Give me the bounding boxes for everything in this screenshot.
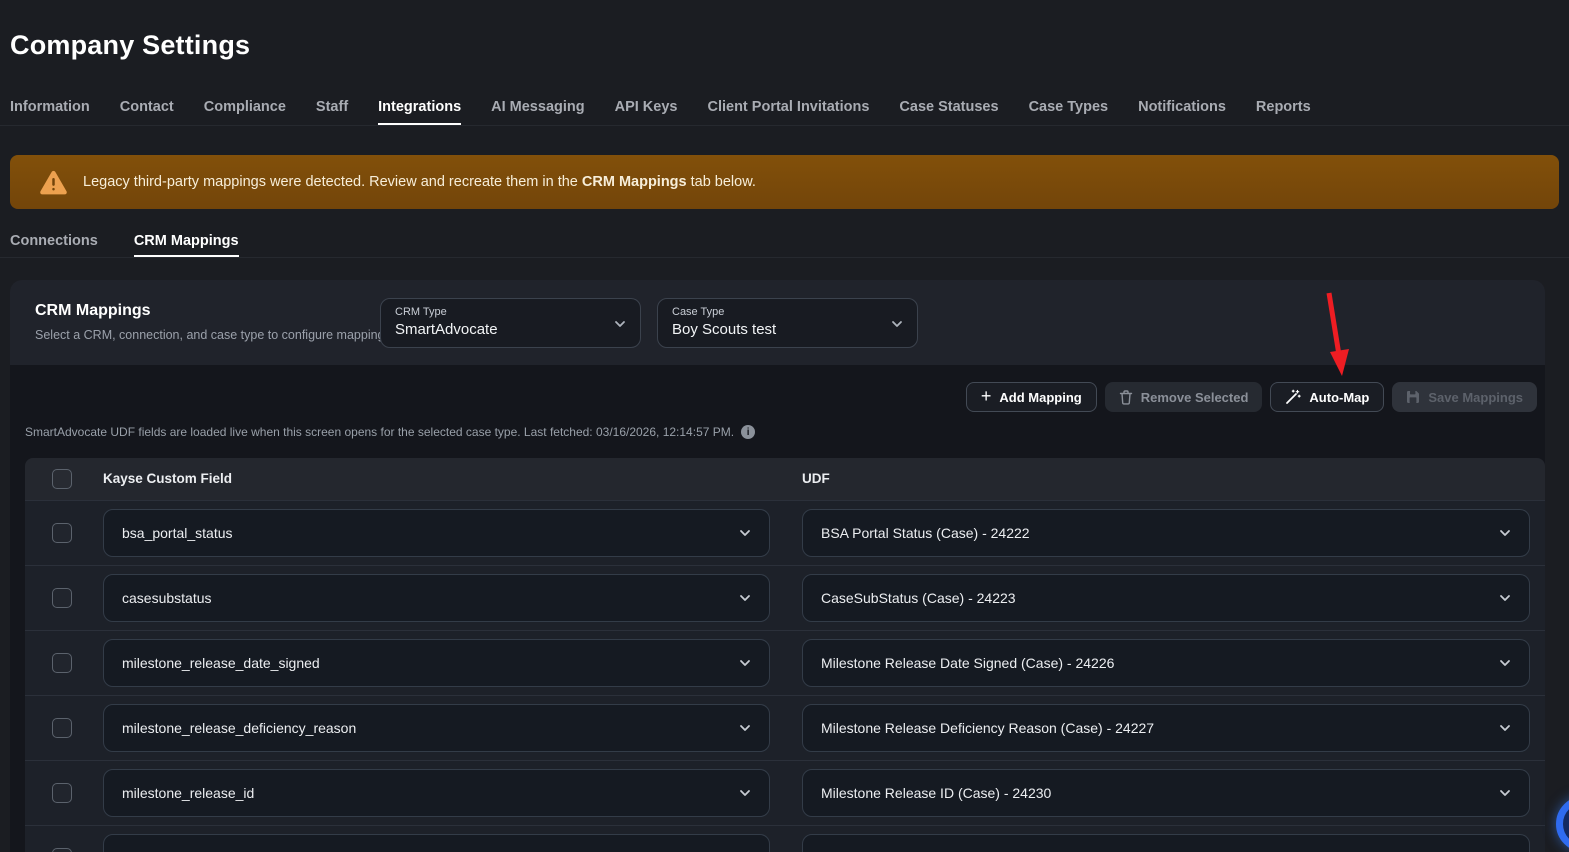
tab-compliance[interactable]: Compliance bbox=[204, 92, 286, 125]
table-row: bsa_portal_status BSA Portal Status (Cas… bbox=[25, 500, 1545, 565]
udf-select[interactable]: Milestone Release Deficiency Reason (Cas… bbox=[802, 704, 1530, 752]
chevron-down-icon bbox=[612, 316, 628, 332]
save-icon bbox=[1406, 390, 1420, 404]
table-row: milestone_release_id Milestone Release I… bbox=[25, 760, 1545, 825]
kayse-field-select[interactable]: casesubstatus bbox=[103, 574, 770, 622]
udf-select[interactable]: Milestone Release Sign Date (Case) - 242… bbox=[802, 834, 1530, 852]
column-header-udf: UDF bbox=[802, 471, 830, 486]
row-checkbox[interactable] bbox=[52, 718, 72, 738]
row-checkbox[interactable] bbox=[52, 588, 72, 608]
chevron-down-icon bbox=[1497, 655, 1513, 671]
udf-select[interactable]: Milestone Release Date Signed (Case) - 2… bbox=[802, 639, 1530, 687]
subtab-connections[interactable]: Connections bbox=[10, 228, 98, 257]
company-settings-page: Company Settings Information Contact Com… bbox=[0, 0, 1569, 852]
crm-type-label: CRM Type bbox=[395, 306, 626, 318]
table-header-row: Kayse Custom Field UDF bbox=[25, 458, 1545, 500]
chevron-down-icon bbox=[1497, 590, 1513, 606]
kayse-field-select[interactable]: milestone_release_date_signed bbox=[103, 639, 770, 687]
tab-client-portal-invitations[interactable]: Client Portal Invitations bbox=[707, 92, 869, 125]
chevron-down-icon bbox=[737, 525, 753, 541]
table-row: milestone_release_deficiency_reason Mile… bbox=[25, 695, 1545, 760]
save-mappings-button[interactable]: Save Mappings bbox=[1392, 382, 1537, 412]
kayse-field-select[interactable]: milestone_release_deficiency_reason bbox=[103, 704, 770, 752]
row-checkbox[interactable] bbox=[52, 848, 72, 852]
info-icon[interactable]: i bbox=[741, 425, 755, 439]
chevron-down-icon bbox=[737, 785, 753, 801]
case-type-value: Boy Scouts test bbox=[672, 321, 903, 338]
warning-triangle-icon bbox=[40, 170, 67, 195]
chevron-down-icon bbox=[737, 720, 753, 736]
integrations-sub-tab-bar: Connections CRM Mappings bbox=[0, 228, 1569, 258]
main-tab-bar: Information Contact Compliance Staff Int… bbox=[0, 92, 1569, 126]
auto-map-button[interactable]: Auto-Map bbox=[1270, 382, 1384, 412]
banner-message: Legacy third-party mappings were detecte… bbox=[83, 174, 756, 190]
remove-selected-button[interactable]: Remove Selected bbox=[1105, 382, 1263, 412]
table-row: milestone_release_sign_date Milestone Re… bbox=[25, 825, 1545, 852]
trash-icon bbox=[1119, 390, 1133, 405]
tab-contact[interactable]: Contact bbox=[120, 92, 174, 125]
tab-reports[interactable]: Reports bbox=[1256, 92, 1311, 125]
tab-information[interactable]: Information bbox=[10, 92, 90, 125]
mappings-toolbar: + Add Mapping Remove Selected Auto-Map S… bbox=[966, 382, 1537, 412]
udf-select[interactable]: CaseSubStatus (Case) - 24223 bbox=[802, 574, 1530, 622]
chevron-down-icon bbox=[737, 655, 753, 671]
page-title: Company Settings bbox=[10, 30, 250, 61]
tab-integrations[interactable]: Integrations bbox=[378, 92, 461, 125]
tab-case-types[interactable]: Case Types bbox=[1029, 92, 1109, 125]
chevron-down-icon bbox=[737, 590, 753, 606]
legacy-mappings-warning-banner: Legacy third-party mappings were detecte… bbox=[10, 155, 1559, 209]
floating-widget-button[interactable] bbox=[1556, 796, 1569, 852]
crm-type-select[interactable]: CRM Type SmartAdvocate bbox=[380, 298, 641, 348]
tab-api-keys[interactable]: API Keys bbox=[615, 92, 678, 125]
tab-case-statuses[interactable]: Case Statuses bbox=[899, 92, 998, 125]
row-checkbox[interactable] bbox=[52, 653, 72, 673]
tab-ai-messaging[interactable]: AI Messaging bbox=[491, 92, 584, 125]
mappings-table: Kayse Custom Field UDF bsa_portal_status… bbox=[25, 458, 1545, 852]
row-checkbox[interactable] bbox=[52, 523, 72, 543]
chevron-down-icon bbox=[1497, 720, 1513, 736]
row-checkbox[interactable] bbox=[52, 783, 72, 803]
panel-subtitle: Select a CRM, connection, and case type … bbox=[35, 328, 394, 342]
tab-notifications[interactable]: Notifications bbox=[1138, 92, 1226, 125]
subtab-crm-mappings[interactable]: CRM Mappings bbox=[134, 228, 239, 257]
panel-title: CRM Mappings bbox=[35, 302, 151, 320]
chevron-down-icon bbox=[889, 316, 905, 332]
crm-mappings-panel: CRM Mappings Select a CRM, connection, a… bbox=[10, 280, 1545, 852]
udf-select[interactable]: BSA Portal Status (Case) - 24222 bbox=[802, 509, 1530, 557]
select-all-checkbox[interactable] bbox=[52, 469, 72, 489]
udf-select[interactable]: Milestone Release ID (Case) - 24230 bbox=[802, 769, 1530, 817]
magic-wand-icon bbox=[1285, 389, 1301, 405]
tab-staff[interactable]: Staff bbox=[316, 92, 348, 125]
column-header-kayse-field: Kayse Custom Field bbox=[103, 471, 232, 486]
kayse-field-select[interactable]: bsa_portal_status bbox=[103, 509, 770, 557]
add-mapping-button[interactable]: + Add Mapping bbox=[966, 382, 1097, 412]
table-row: milestone_release_date_signed Milestone … bbox=[25, 630, 1545, 695]
udf-fetch-note: SmartAdvocate UDF fields are loaded live… bbox=[25, 425, 755, 439]
kayse-field-select[interactable]: milestone_release_id bbox=[103, 769, 770, 817]
crm-type-value: SmartAdvocate bbox=[395, 321, 626, 338]
crm-mappings-panel-header: CRM Mappings Select a CRM, connection, a… bbox=[10, 280, 1545, 365]
case-type-select[interactable]: Case Type Boy Scouts test bbox=[657, 298, 918, 348]
chevron-down-icon bbox=[1497, 525, 1513, 541]
kayse-field-select[interactable]: milestone_release_sign_date bbox=[103, 834, 770, 852]
plus-icon: + bbox=[981, 387, 992, 405]
crm-mappings-panel-body: + Add Mapping Remove Selected Auto-Map S… bbox=[10, 365, 1545, 852]
table-row: casesubstatus CaseSubStatus (Case) - 242… bbox=[25, 565, 1545, 630]
chevron-down-icon bbox=[1497, 785, 1513, 801]
case-type-label: Case Type bbox=[672, 306, 903, 318]
